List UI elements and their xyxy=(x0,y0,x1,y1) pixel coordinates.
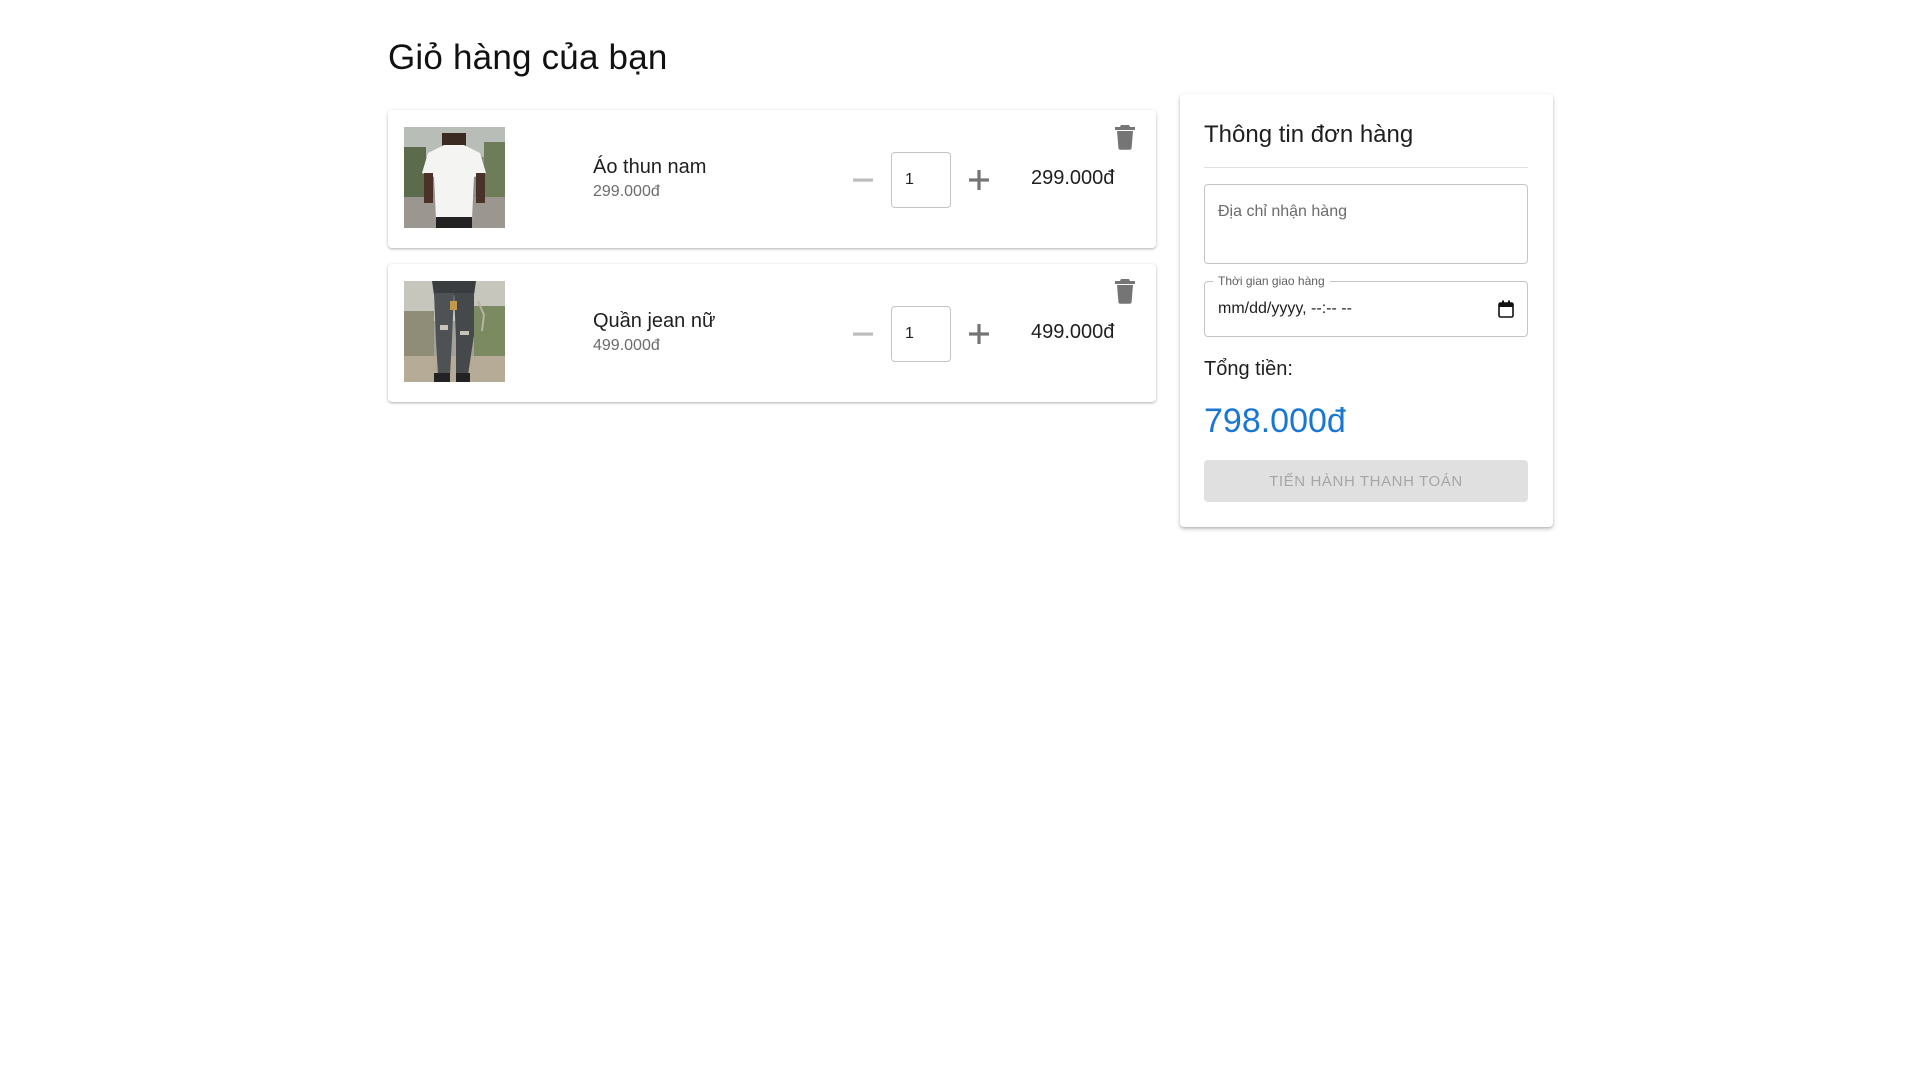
delivery-time-field[interactable]: Thời gian giao hàng mm/dd/yyyy, --:-- -- xyxy=(1204,273,1528,337)
cart-page: Giỏ hàng của bạn Áo thun nam 299.000đ 1 … xyxy=(388,0,1553,1080)
delete-item-button[interactable] xyxy=(1110,276,1140,306)
cart-item: Áo thun nam 299.000đ 299.000đ xyxy=(388,110,1156,248)
unit-price: 499.000đ xyxy=(593,337,660,354)
delete-item-button[interactable] xyxy=(1110,122,1140,152)
product-image xyxy=(404,127,505,228)
delivery-time-label: Thời gian giao hàng xyxy=(1213,273,1330,289)
address-field[interactable] xyxy=(1204,184,1528,264)
decrement-button[interactable] xyxy=(843,160,883,200)
item-info: Áo thun nam 299.000đ xyxy=(593,155,706,201)
divider xyxy=(1204,167,1528,168)
trash-icon xyxy=(1115,279,1135,304)
quantity-stepper xyxy=(843,151,999,208)
cart-item-list: Áo thun nam 299.000đ 299.000đ xyxy=(388,110,1156,418)
unit-price: 299.000đ xyxy=(593,183,660,200)
calendar-icon[interactable] xyxy=(1498,300,1514,318)
decrement-button[interactable] xyxy=(843,314,883,354)
order-summary-card: Thông tin đơn hàng Thời gian giao hàng m… xyxy=(1180,94,1553,527)
checkout-button[interactable]: TIẾN HÀNH THANH TOÁN xyxy=(1204,460,1528,502)
total-value: 798.000đ xyxy=(1204,402,1346,440)
plus-icon xyxy=(969,323,989,344)
plus-icon xyxy=(969,169,989,190)
quantity-input[interactable] xyxy=(891,305,951,362)
increment-button[interactable] xyxy=(959,160,999,200)
summary-title: Thông tin đơn hàng xyxy=(1204,121,1414,148)
item-info: Quần jean nữ 499.000đ xyxy=(593,309,715,355)
minus-icon xyxy=(853,178,873,182)
product-name: Áo thun nam xyxy=(593,156,707,178)
page-title: Giỏ hàng của bạn xyxy=(388,38,668,77)
quantity-stepper xyxy=(843,305,999,362)
product-name: Quần jean nữ xyxy=(593,310,716,332)
trash-icon xyxy=(1115,125,1135,150)
line-total: 499.000đ xyxy=(1031,321,1115,343)
increment-button[interactable] xyxy=(959,314,999,354)
product-image xyxy=(404,281,505,382)
delivery-time-value[interactable]: mm/dd/yyyy, --:-- -- xyxy=(1218,300,1352,318)
cart-item: Quần jean nữ 499.000đ 499.000đ xyxy=(388,264,1156,402)
line-total: 299.000đ xyxy=(1031,167,1115,189)
quantity-input[interactable] xyxy=(891,151,951,208)
minus-icon xyxy=(853,332,873,336)
total-label: Tổng tiền: xyxy=(1204,358,1293,380)
